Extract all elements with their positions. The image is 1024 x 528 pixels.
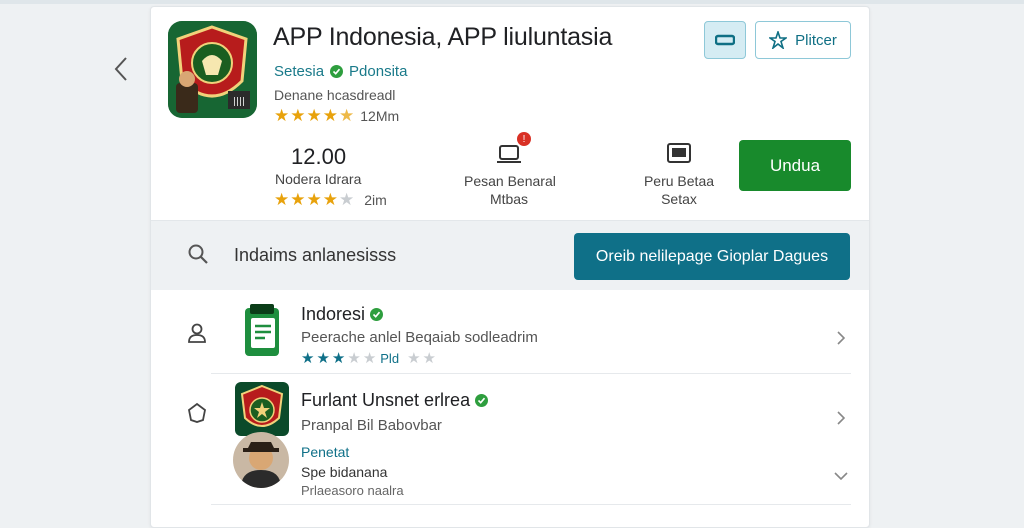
- star-icon: ★: [301, 350, 315, 367]
- app-rating: ★ ★ ★ ★ ★ 12Mm: [274, 107, 399, 124]
- developer-row[interactable]: Setesia Pdonsita: [274, 63, 407, 80]
- search-icon[interactable]: [186, 242, 210, 266]
- document-app-icon: [243, 302, 281, 358]
- app-icon: ||||: [168, 21, 257, 118]
- screen-icon: [715, 34, 735, 46]
- list-item-subtitle: Pranpal Bil Babovbar: [301, 417, 442, 434]
- star-icon: ★: [290, 106, 306, 125]
- list-item-person-text: Spe bidanana: [301, 464, 388, 480]
- list-item-rating: ★ ★ ★ ★ ★ Pld ★ ★: [301, 350, 436, 367]
- list-item-title: Furlant Unsnet erlrea: [301, 390, 489, 411]
- list-item[interactable]: Indoresi Peerache anlel Beqaiab sodleadr…: [151, 290, 869, 374]
- developer-name[interactable]: Setesia: [274, 63, 324, 80]
- stat3-label-line2: Setax: [661, 191, 697, 207]
- back-chevron-icon[interactable]: [108, 52, 134, 86]
- chevron-right-icon[interactable]: [831, 328, 851, 348]
- filter-icon: [769, 31, 788, 49]
- star-icon: ★: [274, 190, 290, 209]
- list-item-tag: Pld: [380, 351, 400, 366]
- star-icon: ★: [290, 190, 306, 209]
- tag-icon: [184, 400, 210, 426]
- chevron-right-icon[interactable]: [831, 408, 851, 428]
- stat2-label-line2: Mtbas: [489, 191, 529, 207]
- chevron-down-icon[interactable]: [831, 466, 851, 486]
- star-icon: ★: [322, 190, 338, 209]
- top-border: [0, 0, 1024, 4]
- list-item-title: Indoresi: [301, 304, 384, 325]
- verified-icon: [370, 308, 384, 321]
- stat3-label-line1: Peru Betaa: [643, 173, 715, 189]
- filter-button[interactable]: Plitcer: [755, 21, 851, 59]
- filter-label: Plitcer: [795, 31, 837, 49]
- stat-big-value: 12.00: [291, 144, 347, 169]
- rating-count: 12Mm: [360, 107, 400, 124]
- stat1-count: 2im: [364, 191, 387, 208]
- rating-stars: ★ ★ ★ ★ ★: [274, 107, 354, 124]
- star-icon: ★: [322, 106, 338, 125]
- divider: [211, 504, 851, 505]
- star-icon: ★: [422, 350, 436, 367]
- verified-icon: [330, 65, 344, 78]
- stat1-rating: ★ ★ ★ ★ ★ 2im: [274, 191, 387, 208]
- install-button[interactable]: Undua: [739, 140, 851, 191]
- star-half-icon: ★: [339, 106, 355, 125]
- svg-text:||||: ||||: [233, 97, 245, 107]
- star-icon: ★: [274, 106, 290, 125]
- verified-icon: [475, 394, 489, 407]
- item1-title-text: Indoresi: [301, 304, 366, 324]
- star-icon: ★: [347, 350, 361, 367]
- list-item-teal-text[interactable]: Penetat: [301, 444, 349, 460]
- stat1-stars: ★ ★ ★ ★ ★: [274, 191, 354, 208]
- developer-tag[interactable]: Pdonsita: [349, 63, 407, 80]
- star-icon: ★: [362, 350, 377, 367]
- app-detail-card: |||| APP Indonesia, APP liuluntasia Sete…: [150, 6, 870, 528]
- person-icon: [184, 320, 210, 346]
- shield-app-icon: [235, 382, 289, 436]
- star-icon: ★: [407, 350, 421, 367]
- stat1-label: Nodera Idrara: [275, 171, 362, 187]
- list-item-subtitle: Peerache anlel Beqaiab sodleadrim: [301, 329, 538, 346]
- list-item-small-text: Prlaeasoro naalra: [301, 483, 404, 498]
- promo-button[interactable]: Oreib nelilepage Gioplar Dagues: [574, 233, 850, 280]
- search-input[interactable]: Indaims anlanesisss: [234, 245, 396, 266]
- list-item[interactable]: Furlant Unsnet erlrea Pranpal Bil Babovb…: [151, 374, 869, 504]
- star-icon: ★: [339, 190, 355, 209]
- star-icon: ★: [306, 106, 322, 125]
- star-icon: ★: [306, 190, 322, 209]
- notification-badge: !: [517, 132, 531, 146]
- star-icon: ★: [316, 350, 330, 367]
- avatar: [233, 432, 289, 488]
- app-title: APP Indonesia, APP liuluntasia: [273, 23, 613, 51]
- stat2-label-line1: Pesan Benaral: [464, 173, 556, 189]
- star-icon: ★: [331, 350, 346, 367]
- tablet-icon: [664, 139, 694, 169]
- item2-title-text: Furlant Unsnet erlrea: [301, 390, 471, 410]
- app-subtitle: Denane hcasdreadl: [274, 87, 396, 103]
- cast-button[interactable]: [704, 21, 746, 59]
